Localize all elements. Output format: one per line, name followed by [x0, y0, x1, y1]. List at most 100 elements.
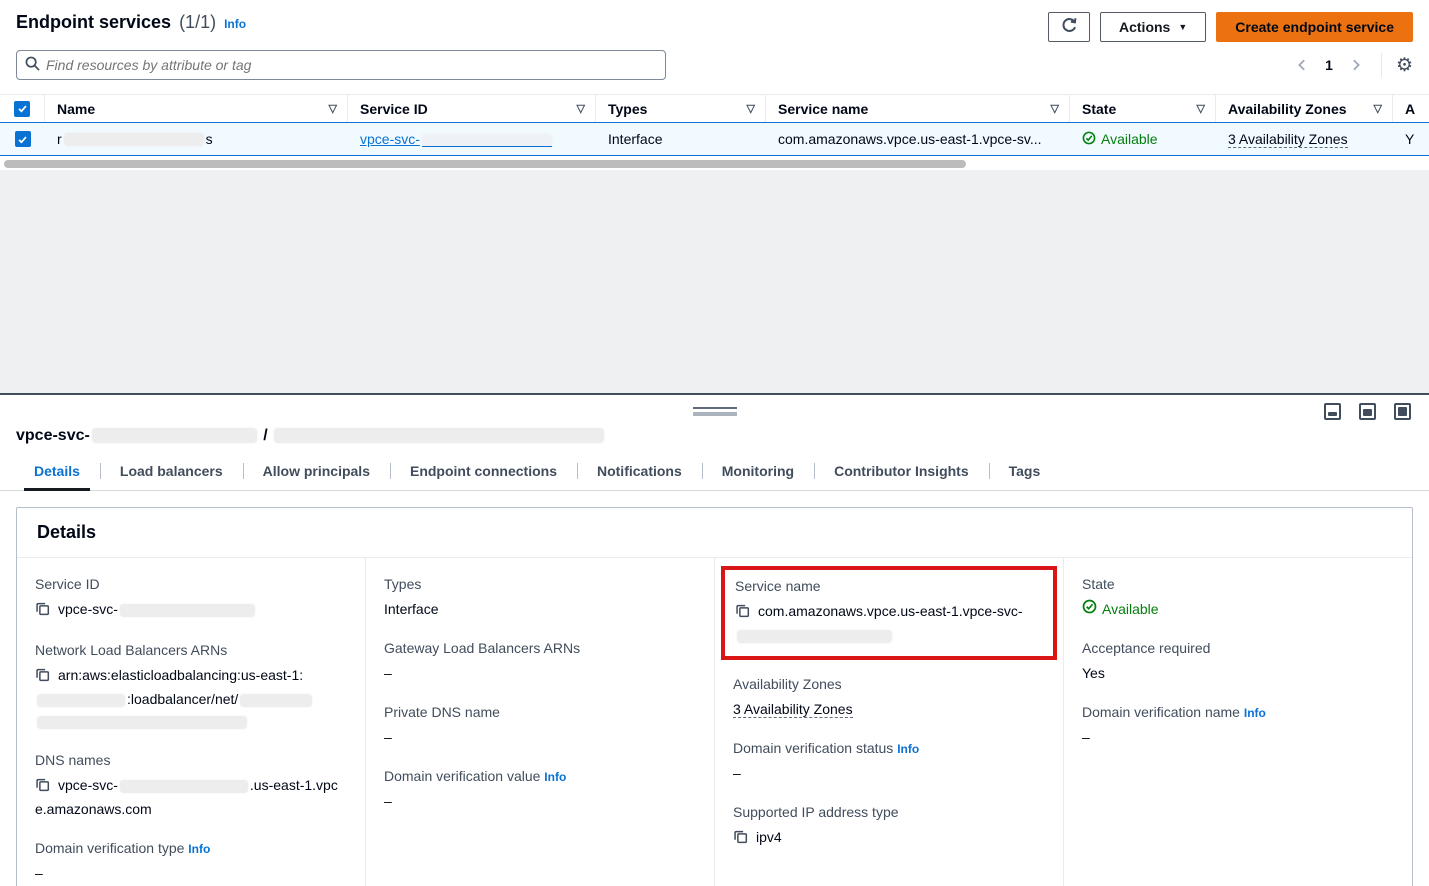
- page-title: Endpoint services: [16, 12, 171, 33]
- select-all-checkbox[interactable]: [14, 101, 30, 117]
- cell-state: Available: [1070, 123, 1216, 155]
- private-dns-name-value: –: [384, 726, 696, 748]
- column-header-service-id: Service ID: [360, 101, 428, 117]
- tab-notifications[interactable]: Notifications: [577, 455, 702, 490]
- redacted-text: [37, 694, 125, 707]
- cell-types: Interface: [596, 123, 766, 155]
- copy-icon[interactable]: [35, 666, 50, 688]
- domain-verification-status-value: –: [733, 762, 1045, 784]
- tab-endpoint-connections[interactable]: Endpoint connections: [390, 455, 577, 490]
- caret-down-icon: ▼: [1178, 22, 1187, 32]
- panel-size-medium-icon[interactable]: [1359, 403, 1376, 420]
- domain-verification-type-info-link[interactable]: Info: [188, 842, 210, 856]
- details-column-1: Service ID vpce-svc- Network Load Balanc…: [17, 558, 365, 886]
- details-card: Details Service ID vpce-svc- Network Loa…: [16, 507, 1413, 886]
- table-header-row: Name▽ Service ID▽ Types▽ Service name▽ S…: [0, 94, 1429, 122]
- page-number[interactable]: 1: [1323, 57, 1335, 73]
- sort-icon[interactable]: ▽: [1374, 102, 1382, 115]
- sort-icon[interactable]: ▽: [329, 102, 337, 115]
- refresh-button[interactable]: [1048, 12, 1090, 42]
- actions-button-label: Actions: [1119, 19, 1170, 35]
- panel-size-small-icon[interactable]: [1324, 403, 1341, 420]
- tab-contributor-insights[interactable]: Contributor Insights: [814, 455, 989, 490]
- create-endpoint-service-button[interactable]: Create endpoint service: [1216, 12, 1413, 42]
- availability-zones-popover-trigger[interactable]: 3 Availability Zones: [1228, 131, 1348, 148]
- create-endpoint-service-label: Create endpoint service: [1235, 19, 1394, 35]
- endpoint-services-table: Name▽ Service ID▽ Types▽ Service name▽ S…: [0, 94, 1429, 169]
- search-box[interactable]: [16, 50, 666, 80]
- endpoint-services-header: Endpoint services (1/1) Info Actions ▼ C…: [0, 0, 1429, 170]
- redacted-text: [274, 428, 604, 443]
- cell-service-id: vpce-svc-: [348, 123, 596, 155]
- service-name-highlight-box: Service name com.amazonaws.vpce.us-east-…: [721, 566, 1057, 660]
- private-dns-name-label: Private DNS name: [384, 704, 696, 720]
- page-background-gap: [0, 170, 1429, 393]
- sort-icon[interactable]: ▽: [747, 102, 755, 115]
- service-id-value-prefix: vpce-svc-: [58, 601, 118, 617]
- domain-verification-name-label: Domain verification name Info: [1082, 704, 1394, 720]
- copy-icon[interactable]: [35, 600, 50, 622]
- dns-name-prefix: vpce-svc-: [58, 777, 118, 793]
- search-input[interactable]: [46, 57, 657, 73]
- refresh-icon: [1061, 17, 1078, 37]
- previous-page-button[interactable]: [1291, 54, 1313, 76]
- domain-verification-name-info-link[interactable]: Info: [1244, 706, 1266, 720]
- copy-icon[interactable]: [735, 602, 750, 624]
- column-header-name: Name: [57, 101, 95, 117]
- column-header-acceptance: A: [1405, 101, 1415, 117]
- domain-verification-value-value: –: [384, 790, 696, 812]
- supported-ip-value: ipv4: [756, 829, 782, 845]
- state-value: Available: [1102, 598, 1159, 620]
- acceptance-required-value: Yes: [1082, 662, 1394, 684]
- split-panel-drag-handle[interactable]: [693, 407, 737, 416]
- tab-details[interactable]: Details: [14, 455, 100, 490]
- domain-verification-name-value: –: [1082, 726, 1394, 748]
- types-value: Interface: [384, 598, 696, 620]
- panel-title-prefix: vpce-svc-: [16, 427, 90, 444]
- cell-service-name: com.amazonaws.vpce.us-east-1.vpce-sv...: [766, 123, 1070, 155]
- domain-verification-name-text: Domain verification name: [1082, 704, 1240, 720]
- service-id-label: Service ID: [35, 576, 347, 592]
- horizontal-scrollbar: [0, 160, 1429, 169]
- column-header-availability-zones: Availability Zones: [1228, 101, 1347, 117]
- scrollbar-thumb[interactable]: [4, 160, 966, 168]
- copy-icon[interactable]: [733, 828, 748, 850]
- redacted-text: [37, 716, 247, 729]
- redacted-text: [422, 134, 552, 147]
- gear-icon[interactable]: ⚙: [1396, 56, 1413, 75]
- next-page-button[interactable]: [1345, 54, 1367, 76]
- actions-button[interactable]: Actions ▼: [1100, 12, 1206, 42]
- domain-verification-status-label: Domain verification status Info: [733, 740, 1045, 756]
- service-id-link[interactable]: vpce-svc-: [360, 131, 554, 147]
- row-checkbox[interactable]: [15, 131, 31, 147]
- availability-zones-popover-trigger[interactable]: 3 Availability Zones: [733, 701, 853, 718]
- copy-icon[interactable]: [35, 776, 50, 798]
- details-column-3: Service name com.amazonaws.vpce.us-east-…: [714, 558, 1063, 886]
- column-header-types: Types: [608, 101, 647, 117]
- dns-names-label: DNS names: [35, 752, 347, 768]
- service-name-value-prefix: com.amazonaws.vpce.us-east-1.vpce-svc-: [758, 603, 1023, 619]
- domain-verification-status-info-link[interactable]: Info: [897, 742, 919, 756]
- gwlb-arns-value: –: [384, 662, 696, 684]
- status-available-icon: [1082, 131, 1096, 148]
- tab-load-balancers[interactable]: Load balancers: [100, 455, 243, 490]
- domain-verification-status-text: Domain verification status: [733, 740, 893, 756]
- panel-title-separator: /: [263, 427, 267, 444]
- service-name-label: Service name: [735, 578, 1043, 594]
- tab-monitoring[interactable]: Monitoring: [702, 455, 814, 490]
- name-fragment: r: [57, 131, 62, 147]
- column-header-service-name: Service name: [778, 101, 868, 117]
- domain-verification-value-info-link[interactable]: Info: [544, 770, 566, 784]
- tab-allow-principals[interactable]: Allow principals: [243, 455, 390, 490]
- nlb-arns-label: Network Load Balancers ARNs: [35, 642, 347, 658]
- sort-icon[interactable]: ▽: [577, 102, 585, 115]
- details-column-4: State Available Acceptance required Yes: [1063, 558, 1412, 886]
- tab-tags[interactable]: Tags: [989, 455, 1061, 490]
- sort-icon[interactable]: ▽: [1197, 102, 1205, 115]
- sort-icon[interactable]: ▽: [1051, 102, 1059, 115]
- panel-size-large-icon[interactable]: [1394, 403, 1411, 420]
- table-row[interactable]: r s vpce-svc- Interface com.amazonaws.vp…: [0, 122, 1429, 156]
- domain-verification-type-label: Domain verification type Info: [35, 840, 347, 856]
- title-info-link[interactable]: Info: [224, 17, 246, 31]
- redacted-text: [92, 428, 257, 443]
